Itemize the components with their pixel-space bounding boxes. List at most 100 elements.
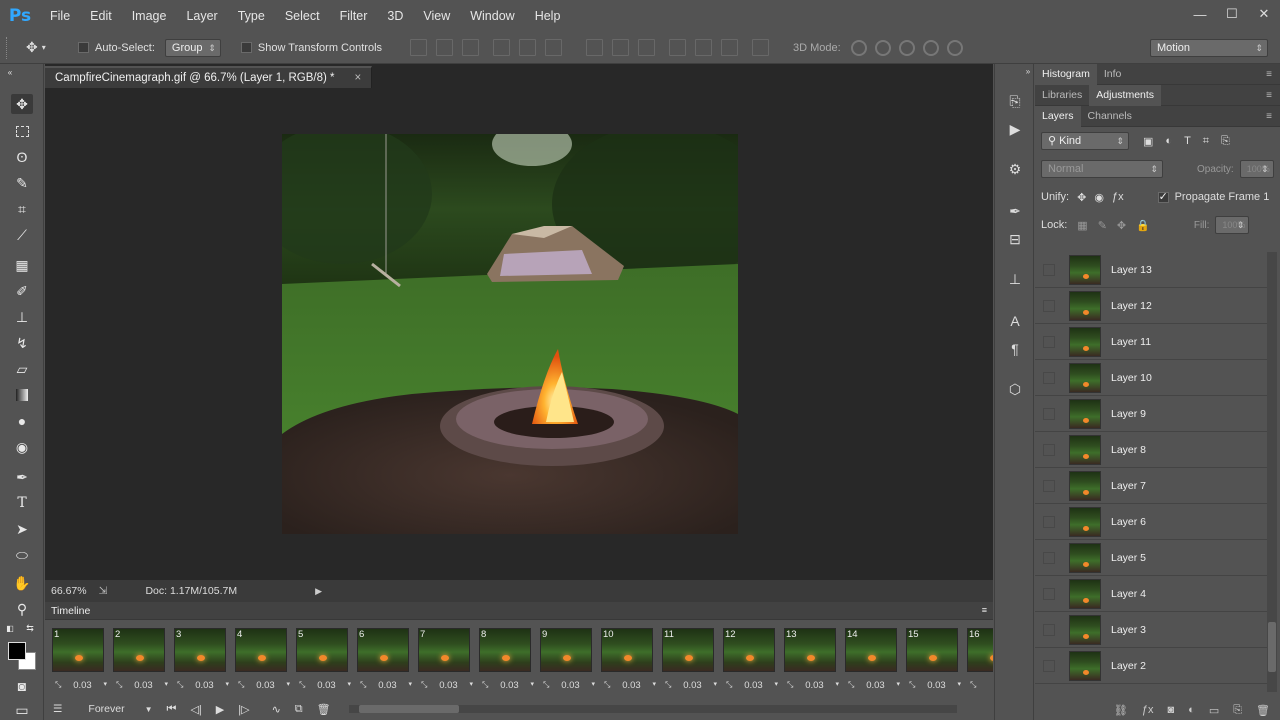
distribute-hcenter-icon[interactable]	[695, 39, 713, 56]
close-button[interactable]: ✕	[1248, 0, 1280, 28]
status-menu-arrow-icon[interactable]: ▶	[315, 586, 322, 597]
propagate-checkbox[interactable]	[1157, 190, 1169, 203]
frame-delay[interactable]: ⤡ 0.03 ▾	[543, 680, 595, 691]
layer-row[interactable]: Layer 6	[1035, 504, 1269, 540]
layer-visibility-toggle[interactable]	[1043, 371, 1055, 384]
foreground-color-swatch[interactable]	[8, 642, 26, 660]
tool-presets-icon[interactable]: ⊟	[1006, 230, 1024, 248]
orbit-icon[interactable]	[850, 39, 867, 56]
blur-tool-icon[interactable]: ●	[11, 411, 33, 431]
roll-icon[interactable]	[874, 39, 891, 56]
frame-disposal-icon[interactable]: ⤡	[604, 680, 610, 691]
menu-edit[interactable]: Edit	[80, 0, 122, 32]
menu-filter[interactable]: Filter	[330, 0, 378, 32]
timeline-scrollbar[interactable]	[348, 705, 957, 713]
filter-kind-dropdown[interactable]: ⚲ Kind	[1041, 132, 1129, 150]
tab-histogram[interactable]: Histogram	[1035, 63, 1097, 85]
filter-smart-object-icon[interactable]: ⎘	[1221, 135, 1230, 148]
layer-row[interactable]: Layer 8	[1035, 432, 1269, 468]
layers-scroll-thumb[interactable]	[1268, 622, 1276, 672]
slide-3d-icon[interactable]	[922, 39, 939, 56]
distribute-top-icon[interactable]	[586, 39, 604, 56]
paragraph-icon[interactable]: ¶	[1006, 340, 1024, 358]
export-icon[interactable]: ⇲	[99, 585, 108, 597]
add-mask-icon[interactable]: ◙	[1168, 704, 1175, 716]
distribute-vcenter-icon[interactable]	[612, 39, 630, 56]
timeline-frame[interactable]: 13 ⤡ 0.03 ▾	[781, 624, 839, 696]
layer-visibility-toggle[interactable]	[1043, 407, 1055, 420]
filter-pixel-icon[interactable]: ▣	[1143, 135, 1153, 148]
distribute-left-icon[interactable]	[669, 39, 687, 56]
first-frame-icon[interactable]: ⏮	[167, 703, 177, 716]
opacity-input[interactable]: 100%	[1239, 160, 1274, 178]
maximize-button[interactable]: ☐	[1216, 0, 1248, 28]
align-hcenter-icon[interactable]	[519, 39, 537, 56]
layer-row[interactable]: Layer 12	[1035, 288, 1269, 324]
delete-layer-icon[interactable]: 🗑	[1256, 704, 1270, 717]
align-bottom-icon[interactable]	[462, 39, 480, 56]
default-colors-icon[interactable]: ◧	[4, 622, 16, 634]
menu-select[interactable]: Select	[275, 0, 330, 32]
menu-window[interactable]: Window	[460, 0, 524, 32]
frame-disposal-icon[interactable]: ⤡	[848, 680, 854, 691]
frame-delay[interactable]: ⤡ 0.03 ▾	[604, 680, 656, 691]
align-right-icon[interactable]	[545, 39, 563, 56]
menu-3d[interactable]: 3D	[377, 0, 413, 32]
timeline-frame[interactable]: 9 ⤡ 0.03 ▾	[537, 624, 595, 696]
frame-delay[interactable]: ⤡ 0.03 ▾	[726, 680, 778, 691]
frame-disposal-icon[interactable]: ⤡	[238, 680, 244, 691]
lock-image-icon[interactable]: ✎	[1098, 219, 1107, 232]
zoom-tool-icon[interactable]: ⚲	[11, 599, 33, 619]
play-icon[interactable]: ▶	[216, 703, 224, 716]
previous-frame-icon[interactable]: ◁|	[190, 703, 201, 716]
tween-icon[interactable]: ∿	[272, 703, 281, 716]
menu-view[interactable]: View	[413, 0, 460, 32]
show-transform-checkbox[interactable]	[240, 42, 252, 53]
frame-delay[interactable]: ⤡ 0.03 ▾	[360, 680, 412, 691]
options-grip[interactable]	[6, 36, 14, 59]
frame-disposal-icon[interactable]: ⤡	[421, 680, 427, 691]
gradient-tool-icon[interactable]	[11, 385, 33, 405]
auto-select-checkbox[interactable]	[78, 42, 89, 53]
frame-delay[interactable]: ⤡ 0.03 ▾	[909, 680, 961, 691]
clone-source-icon[interactable]: ⊥	[1006, 270, 1024, 288]
frame-disposal-icon[interactable]: ⤡	[116, 680, 122, 691]
dodge-tool-icon[interactable]: ◉	[11, 437, 33, 457]
fill-input[interactable]: 100%	[1215, 216, 1250, 234]
chevron-down-icon[interactable]: ▾	[957, 680, 961, 691]
timeline-frame[interactable]: 3 ⤡ 0.03 ▾	[171, 624, 229, 696]
layer-visibility-toggle[interactable]	[1043, 659, 1055, 672]
timeline-frame[interactable]: 6 ⤡ 0.03 ▾	[354, 624, 412, 696]
layer-row[interactable]: Layer 11	[1035, 324, 1269, 360]
link-layers-icon[interactable]: ⛓	[1114, 704, 1128, 717]
type-tool-icon[interactable]: T	[11, 493, 33, 513]
distribute-right-icon[interactable]	[721, 39, 739, 56]
unify-style-icon[interactable]: ƒx	[1112, 191, 1124, 203]
timeline-frame[interactable]: 14 ⤡ 0.03 ▾	[842, 624, 900, 696]
lock-all-icon[interactable]: 🔒	[1136, 219, 1150, 232]
chevron-down-icon[interactable]: ▾	[896, 680, 900, 691]
ellipse-tool-icon[interactable]: ⬭	[11, 545, 33, 565]
timeline-frame[interactable]: 15 ⤡ 0.03 ▾	[903, 624, 961, 696]
frame-disposal-icon[interactable]: ⤡	[787, 680, 793, 691]
menu-help[interactable]: Help	[525, 0, 571, 32]
layers-scrollbar[interactable]	[1267, 252, 1277, 692]
timeline-frame[interactable]: 16 ⤡0▾	[964, 624, 993, 696]
document-tab[interactable]: CampfireCinemagraph.gif @ 66.7% (Layer 1…	[45, 66, 373, 88]
swap-colors-icon[interactable]: ⇆	[24, 622, 36, 634]
lock-transparent-icon[interactable]: ▦	[1077, 219, 1087, 232]
chevron-down-icon[interactable]: ▾	[713, 680, 717, 691]
auto-select-dropdown[interactable]: Group	[164, 38, 221, 57]
loop-select[interactable]: Forever	[88, 703, 124, 715]
marquee-tool-icon[interactable]	[11, 121, 33, 141]
frame-disposal-icon[interactable]: ⤡	[55, 680, 61, 691]
chevron-down-icon[interactable]: ▾	[225, 680, 229, 691]
close-tab-icon[interactable]: ×	[355, 72, 362, 84]
brush-presets-icon[interactable]: ✒	[1006, 202, 1024, 220]
character-icon[interactable]: A	[1006, 312, 1024, 330]
timeline-frame[interactable]: 8 ⤡ 0.03 ▾	[476, 624, 534, 696]
layer-visibility-toggle[interactable]	[1043, 515, 1055, 528]
timeline-frame[interactable]: 4 ⤡ 0.03 ▾	[232, 624, 290, 696]
chevron-down-icon[interactable]: ▼	[145, 705, 153, 714]
layer-visibility-toggle[interactable]	[1043, 443, 1055, 456]
